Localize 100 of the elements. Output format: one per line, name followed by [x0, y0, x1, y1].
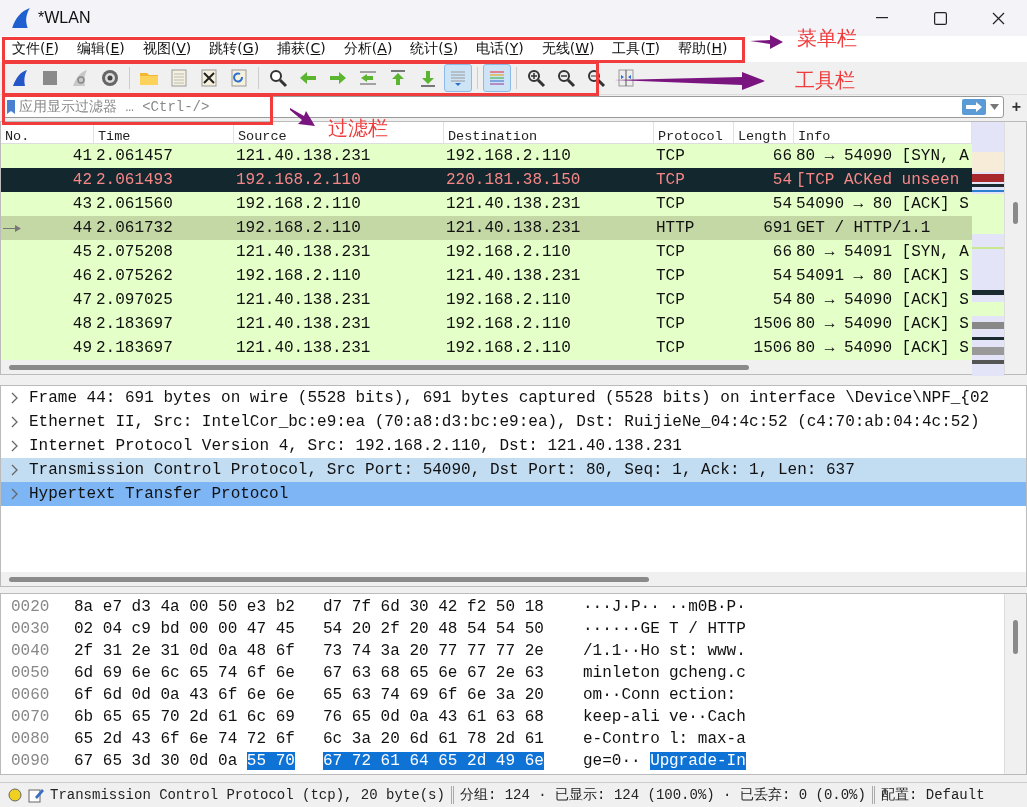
dropdown-caret-icon	[989, 104, 999, 110]
ascii-text: Up	[650, 752, 670, 770]
apply-filter-button[interactable]	[961, 99, 986, 115]
table-cell-text: 121.40.138.231	[235, 315, 372, 333]
menu-item[interactable]: 帮助(H)	[669, 40, 736, 58]
table-cell-text: 691	[762, 219, 793, 237]
ascii-text: ge=0··	[583, 752, 641, 770]
ascii-text: l: max-a	[669, 730, 746, 748]
table-cell-text: 192.168.2.110	[445, 291, 572, 309]
column-header[interactable]: Length	[738, 129, 787, 144]
chevron-right-icon	[11, 416, 19, 428]
vertical-scrollbar[interactable]	[1004, 594, 1026, 774]
arrow-icon	[750, 34, 784, 50]
profile-label[interactable]: 配置: Default	[880, 786, 985, 804]
table-cell-text: 45	[71, 243, 93, 261]
vertical-scrollbar[interactable]	[1004, 122, 1026, 374]
packet-row[interactable]: 48 2.183697 121.40.138.231 192.168.2.110 TCP 1506 80 → 54090 [ACK] S	[1, 312, 972, 336]
table-cell-text: TCP	[655, 267, 686, 285]
offset-label: 0080	[11, 730, 51, 748]
menu-item[interactable]: 无线(W)	[533, 40, 603, 58]
table-cell-text: 46	[71, 267, 93, 285]
table-cell-text: 80 → 54091 [SYN, A	[795, 243, 970, 261]
menu-item[interactable]: 工具(T)	[604, 40, 668, 58]
table-cell-text: 192.168.2.110	[445, 339, 572, 357]
column-header[interactable]: Source	[238, 129, 287, 144]
table-cell-text: 80 → 54090 [ACK] S	[795, 339, 970, 357]
resize-columns-icon	[616, 68, 636, 88]
chevron-right-icon	[11, 488, 19, 500]
close-file-icon	[199, 68, 219, 88]
table-cell-text: TCP	[655, 147, 686, 165]
packet-row[interactable]: 42 2.061493 192.168.2.110 220.181.38.150 TCP 54 [TCP ACKed unseen	[1, 168, 972, 192]
column-header[interactable]: No.	[5, 129, 30, 144]
table-cell-text: 121.40.138.231	[445, 267, 582, 285]
ascii-text: ection:	[669, 686, 737, 704]
filter-bar[interactable]: 应用显示过滤器 … <Ctrl-/>	[2, 96, 1004, 118]
column-header[interactable]: Destination	[448, 129, 538, 144]
hex-bytes: 65 2d 43 6f 6e 74 72 6f	[74, 730, 295, 748]
menu-item[interactable]: 分析(A)	[335, 40, 401, 58]
table-cell-text: 192.168.2.110	[445, 315, 572, 333]
packet-row[interactable]: 46 2.075262 192.168.2.110 121.40.138.231 TCP 54 54091 → 80 [ACK] S	[1, 264, 972, 288]
packet-row[interactable]: 43 2.061560 192.168.2.110 121.40.138.231 TCP 54 54090 → 80 [ACK] S	[1, 192, 972, 216]
table-cell-text: 2.061732	[95, 219, 174, 237]
ascii-text: om··Conn	[583, 686, 660, 704]
table-cell-text: 2.075208	[95, 243, 174, 261]
table-cell-text: GET / HTTP/1.1	[795, 219, 932, 237]
column-header[interactable]: Time	[98, 129, 131, 144]
hex-bytes: 02 04 c9 bd 00 00 47 45	[74, 620, 295, 638]
table-cell-text: 2.061457	[95, 147, 174, 165]
offset-label: 0070	[11, 708, 51, 726]
hex-bytes: 67 63 68 65 6e 67 2e 63	[323, 664, 544, 682]
table-cell-text: 49	[71, 339, 93, 357]
zoom-reset-icon	[586, 68, 606, 88]
zoom-in-icon	[526, 68, 546, 88]
column-header[interactable]: Protocol	[658, 129, 723, 144]
column-header[interactable]: Info	[798, 129, 831, 144]
menu-item[interactable]: 捕获(C)	[269, 40, 334, 58]
table-cell-text: 192.168.2.110	[445, 243, 572, 261]
display-filter-field[interactable]: 应用显示过滤器 … <Ctrl-/>	[19, 98, 958, 116]
detail-row[interactable]: Frame 44: 691 bytes on wire (5528 bits), 691 bytes captured (5528 bits) on interface \Device\NPF_{02	[1, 386, 1026, 410]
table-cell-text: HTTP	[655, 219, 696, 237]
detail-row[interactable]: Ethernet II, Src: IntelCor_bc:e9:ea (70:a8:d3:bc:e9:ea), Dst: RuijieNe_04:4c:52 (c4:70:ab:04:4c:52)	[1, 410, 1026, 434]
add-filter-button[interactable]: +	[1007, 98, 1025, 116]
packet-row[interactable]: 47 2.097025 121.40.138.231 192.168.2.110 TCP 54 80 → 54090 [ACK] S	[1, 288, 972, 312]
menu-item[interactable]: 电话(Y)	[468, 40, 532, 58]
packet-row[interactable]: 45 2.075208 121.40.138.231 192.168.2.110 TCP 66 80 → 54091 [SYN, A	[1, 240, 972, 264]
status-circle-icon	[8, 788, 22, 802]
table-cell-text: 54	[771, 171, 793, 189]
table-cell-text: 2.183697	[95, 315, 174, 333]
table-cell-text: [TCP ACKed unseen	[795, 171, 961, 189]
menu-item[interactable]: 视图(V)	[134, 40, 200, 58]
horizontal-scrollbar[interactable]	[1, 572, 1026, 586]
menu-item[interactable]: 编辑(E)	[69, 40, 133, 58]
horizontal-scrollbar[interactable]	[1, 360, 972, 374]
hex-bytes: 6d 69 6e 6c 65 74 6f 6e	[74, 664, 295, 682]
table-cell-text: 54091 → 80 [ACK] S	[795, 267, 970, 285]
detail-row[interactable]: Internet Protocol Version 4, Src: 192.168.2.110, Dst: 121.40.138.231	[1, 434, 1026, 458]
menu-item[interactable]: 跳转(G)	[201, 40, 268, 58]
menu-item[interactable]: 统计(S)	[402, 40, 467, 58]
packet-row[interactable]: 49 2.183697 121.40.138.231 192.168.2.110 TCP 1506 80 → 54090 [ACK] S	[1, 336, 972, 360]
offset-label: 0040	[11, 642, 51, 660]
hex-bytes: 55 70	[246, 752, 295, 770]
packet-row[interactable]: 44 2.061732 192.168.2.110 121.40.138.231 HTTP 691 GET / HTTP/1.1	[1, 216, 972, 240]
table-cell-text: TCP	[655, 339, 686, 357]
shark-fin-icon	[10, 7, 32, 29]
packet-row[interactable]: 41 2.061457 121.40.138.231 192.168.2.110 TCP 66 80 → 54090 [SYN, A	[1, 144, 972, 168]
hex-bytes: 67 65 3d 30 0d 0a	[74, 752, 238, 770]
ascii-text: ···J·P··	[583, 598, 660, 616]
table-cell-text: 192.168.2.110	[235, 267, 362, 285]
ascii-text: /1.1··Ho	[583, 642, 660, 660]
reload-icon	[229, 68, 249, 88]
table-cell-text: 48	[71, 315, 93, 333]
detail-row[interactable]: Hypertext Transfer Protocol	[1, 482, 1026, 506]
table-cell-text: 121.40.138.231	[445, 195, 582, 213]
shark-fin-icon	[10, 68, 30, 88]
table-cell-text: 220.181.38.150	[445, 171, 582, 189]
offset-label: 0060	[11, 686, 51, 704]
stop-icon	[40, 68, 60, 88]
detail-row[interactable]: Transmission Control Protocol, Src Port: 54090, Dst Port: 80, Seq: 1, Ack: 1, Len: 637	[1, 458, 1026, 482]
table-cell-text: 2.061493	[95, 171, 174, 189]
menu-item[interactable]: 文件(F)	[4, 40, 67, 58]
